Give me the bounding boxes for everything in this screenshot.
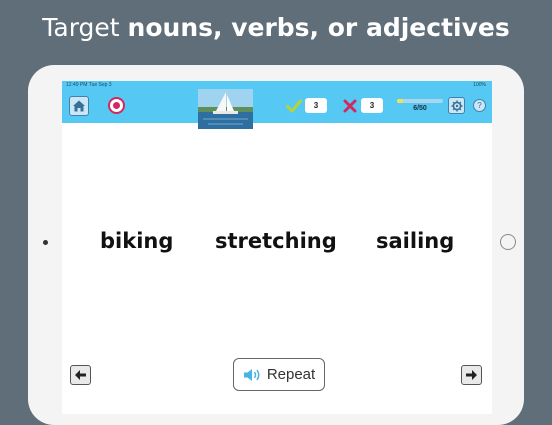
help-button[interactable]: ? [473, 99, 486, 112]
headline-emphasis: nouns, verbs, or adjectives [127, 13, 510, 42]
status-time: 12:49 PM Tue Sep 3 [66, 82, 112, 88]
target-photo [198, 89, 253, 129]
progress-fill [397, 99, 403, 103]
home-button[interactable] [69, 96, 89, 116]
home-icon [73, 100, 85, 112]
cross-icon [343, 99, 357, 113]
gear-icon [451, 100, 462, 111]
progress-bar [397, 99, 443, 103]
word-option-3[interactable]: sailing [376, 229, 454, 253]
previous-button[interactable] [70, 365, 91, 385]
repeat-label: Repeat [266, 366, 316, 383]
toolbar: 3 3 6/50 ? [62, 89, 492, 129]
word-option-1[interactable]: biking [100, 229, 173, 253]
sailboat-photo [198, 89, 253, 129]
repeat-button[interactable]: Repeat [233, 358, 325, 391]
arrow-right-icon [466, 370, 477, 380]
progress-label: 6/50 [413, 105, 427, 112]
device-home-button[interactable] [500, 234, 516, 250]
status-bar: 12:49 PM Tue Sep 3 100% [62, 81, 492, 89]
check-icon [286, 99, 302, 113]
app-screen: 12:49 PM Tue Sep 3 100% 3 3 6/50 ? bikin… [62, 81, 492, 414]
speaker-icon [243, 368, 260, 381]
next-button[interactable] [461, 365, 482, 385]
arrow-left-icon [75, 370, 86, 380]
record-button[interactable] [108, 97, 125, 114]
camera-dot [43, 240, 48, 245]
incorrect-count: 3 [361, 98, 383, 113]
headline: Target nouns, verbs, or adjectives [0, 12, 552, 44]
settings-button[interactable] [448, 97, 465, 114]
headline-prefix: Target [42, 13, 128, 42]
status-battery: 100% [473, 82, 486, 88]
correct-count: 3 [305, 98, 327, 113]
word-option-2[interactable]: stretching [215, 229, 337, 253]
